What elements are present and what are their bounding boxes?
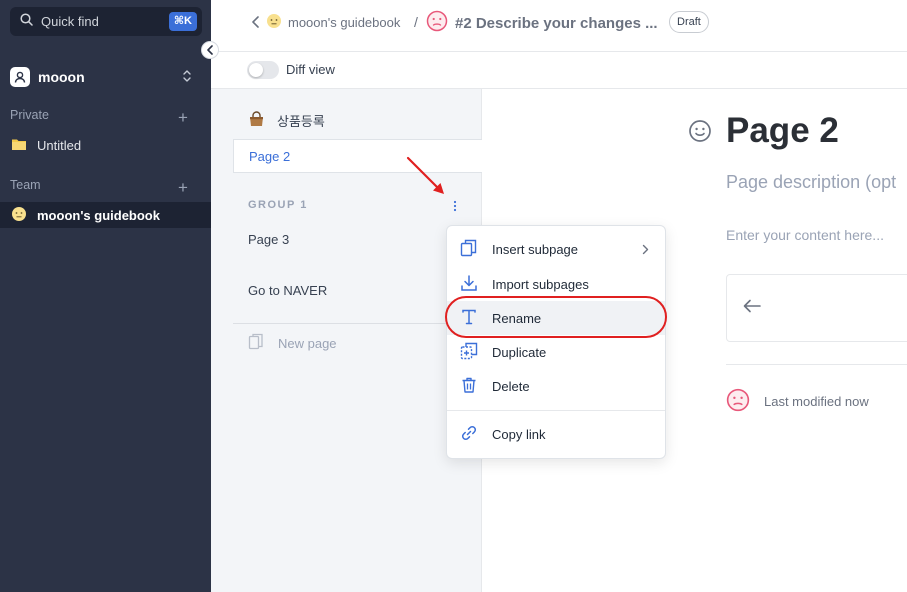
- menu-item-label: Import subpages: [492, 276, 589, 292]
- diff-toolbar: Diff view: [211, 52, 907, 89]
- content-editor[interactable]: Enter your content here...: [726, 227, 884, 243]
- sidebar-item-untitled[interactable]: Untitled: [0, 132, 211, 158]
- shortcut-badge: ⌘K: [168, 12, 197, 31]
- confused-face-icon: [726, 388, 750, 415]
- page-item-label: Page 2: [249, 148, 291, 164]
- page-item-page-3[interactable]: Page 3: [233, 222, 482, 256]
- arrow-left-icon: [743, 299, 761, 318]
- new-page-button[interactable]: New page: [248, 333, 337, 353]
- sidebar-item-label: Untitled: [37, 137, 82, 153]
- breadcrumb-label: mooon's guidebook: [288, 15, 401, 30]
- copy-pages-icon: [460, 239, 478, 260]
- section-label-private: Private: [10, 108, 49, 122]
- more-vertical-icon[interactable]: [452, 199, 458, 218]
- back-chevron-icon[interactable]: [251, 15, 261, 34]
- folder-icon: [11, 137, 27, 154]
- chevron-right-icon: [642, 243, 649, 258]
- section-label-team: Team: [10, 178, 41, 192]
- diff-view-label: Diff view: [286, 62, 335, 77]
- divider: [233, 323, 482, 324]
- diff-view-toggle[interactable]: [247, 61, 279, 79]
- menu-item-delete[interactable]: Delete: [447, 369, 665, 403]
- sidebar-item-guidebook[interactable]: mooon's guidebook: [0, 202, 211, 228]
- new-page-label: New page: [278, 335, 337, 351]
- page-title[interactable]: Page 2: [726, 111, 839, 151]
- menu-divider: [447, 410, 665, 411]
- handbag-icon: [248, 110, 265, 130]
- previous-page-card[interactable]: [726, 274, 907, 342]
- menu-item-insert-subpage[interactable]: Insert subpage: [447, 232, 665, 266]
- breadcrumb-document[interactable]: #2 Describe your changes ...: [426, 10, 658, 37]
- chevron-left-icon: [207, 45, 213, 55]
- add-team-page-icon[interactable]: +: [178, 179, 188, 196]
- breadcrumb-guidebook[interactable]: mooon's guidebook: [266, 13, 400, 32]
- confused-face-icon: [426, 10, 448, 37]
- menu-item-label: Copy link: [492, 426, 546, 442]
- red-arrow-annotation: [406, 156, 444, 194]
- menu-item-label: Insert subpage: [492, 241, 579, 257]
- menu-item-duplicate[interactable]: Duplicate: [447, 335, 665, 369]
- workspace-switcher[interactable]: mooon: [10, 66, 200, 88]
- page-description-input[interactable]: Page description (opt: [726, 172, 896, 193]
- quick-find-button[interactable]: Quick find ⌘K: [10, 7, 202, 36]
- duplicate-icon: [460, 342, 478, 363]
- page-item-label: Go to NAVER: [248, 282, 328, 298]
- smiley-outline-icon[interactable]: [688, 119, 712, 148]
- menu-item-label: Duplicate: [492, 344, 547, 360]
- status-badge: Draft: [669, 11, 709, 33]
- search-icon: [20, 12, 33, 31]
- add-private-page-icon[interactable]: +: [178, 109, 188, 126]
- page-item-label: 상품등록: [277, 113, 325, 129]
- page-item-go-to-naver[interactable]: Go to NAVER: [233, 273, 482, 307]
- sidebar: Quick find ⌘K mooon Private + Untitled T…: [0, 0, 211, 592]
- rename-highlight-annotation: [445, 296, 667, 338]
- document-header: mooon's guidebook / #2 Describe your cha…: [211, 0, 907, 52]
- copy-pages-icon: [248, 333, 264, 353]
- page-context-menu: Insert subpage Import subpages Rename Du…: [446, 225, 666, 459]
- group-label: GROUP 1: [248, 199, 308, 211]
- menu-item-label: Delete: [492, 378, 530, 394]
- download-icon: [460, 274, 478, 295]
- toggle-knob: [249, 63, 263, 77]
- trash-icon: [460, 376, 478, 397]
- last-modified-label: Last modified now: [764, 394, 869, 409]
- divider: [726, 364, 907, 365]
- link-icon: [460, 424, 478, 445]
- document-title: #2 Describe your changes ...: [455, 15, 658, 32]
- collapse-sidebar-button[interactable]: [201, 41, 219, 59]
- page-item-label: Page 3: [248, 231, 290, 247]
- neutral-face-emoji-icon: [266, 13, 282, 32]
- last-modified: Last modified now: [726, 388, 869, 415]
- workspace-name: mooon: [38, 69, 85, 85]
- sidebar-item-label: mooon's guidebook: [37, 207, 160, 223]
- user-group-icon: [10, 67, 30, 87]
- neutral-face-emoji-icon: [11, 206, 27, 225]
- page-item-product[interactable]: 상품등록: [233, 103, 482, 137]
- chevron-updown-icon[interactable]: [182, 69, 192, 88]
- breadcrumb-separator: /: [414, 14, 418, 30]
- quick-find-label: Quick find: [41, 14, 99, 29]
- menu-item-copy-link[interactable]: Copy link: [447, 417, 665, 451]
